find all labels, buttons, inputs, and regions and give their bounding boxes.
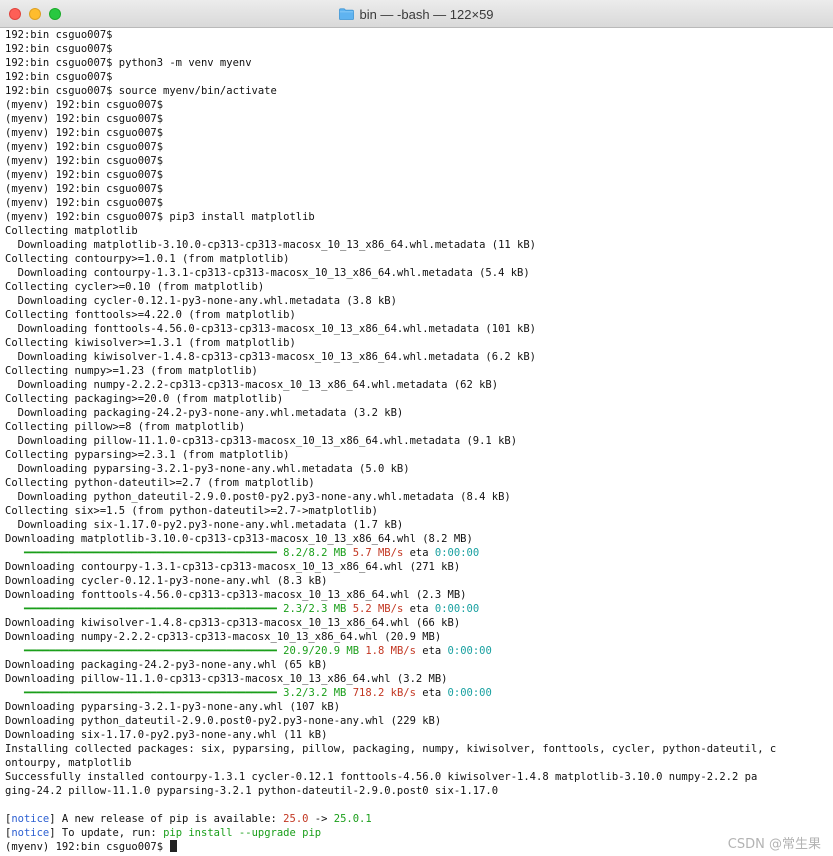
terminal-line: (myenv) 192:bin csguo007$ — [5, 169, 164, 181]
eta-label: eta — [409, 603, 429, 615]
terminal-line: ━━━━━━━━━━━━━━━━━━━━━━━━━━━━━━━━━━━━━━━━… — [5, 686, 833, 700]
notice-text: 25.0.1 — [333, 813, 372, 825]
terminal-line: Collecting contourpy>=1.0.1 (from matplo… — [5, 253, 290, 265]
terminal-line: Downloading numpy-2.2.2-cp313-cp313-maco… — [5, 379, 499, 391]
notice-tag: notice — [11, 813, 50, 825]
terminal-line: Downloading cycler-0.12.1-py3-none-any.w… — [5, 295, 397, 307]
terminal-line: Downloading pyparsing-3.2.1-py3-none-any… — [5, 701, 341, 713]
terminal-line: Downloading fonttools-4.56.0-cp313-cp313… — [5, 589, 467, 601]
download-speed: 1.8 MB/s — [365, 645, 416, 657]
terminal-line: Downloading matplotlib-3.10.0-cp313-cp31… — [5, 239, 537, 251]
window-title: bin — -bash — 122×59 — [359, 6, 494, 22]
terminal-line: Downloading pillow-11.1.0-cp313-cp313-ma… — [5, 435, 518, 447]
notice-text: To update, run: — [55, 827, 164, 839]
terminal-line: ━━━━━━━━━━━━━━━━━━━━━━━━━━━━━━━━━━━━━━━━… — [5, 644, 833, 658]
terminal-line: 192:bin csguo007$ python3 -m venv myenv — [5, 57, 252, 69]
terminal-line: Collecting pillow>=8 (from matplotlib) — [5, 421, 246, 433]
eta-value: 0:00:00 — [434, 547, 480, 559]
folder-icon — [339, 8, 355, 20]
eta-label: eta — [409, 547, 429, 559]
terminal-line: Downloading contourpy-1.3.1-cp313-cp313-… — [5, 267, 530, 279]
terminal-line: Downloading pillow-11.1.0-cp313-cp313-ma… — [5, 673, 448, 685]
download-speed: 718.2 kB/s — [352, 687, 416, 699]
download-speed: 5.7 MB/s — [352, 547, 404, 559]
notice-tag: notice — [11, 827, 50, 839]
terminal-line: Downloading six-1.17.0-py2.py3-none-any.… — [5, 729, 328, 741]
terminal-line: Collecting numpy>=1.23 (from matplotlib) — [5, 365, 258, 377]
terminal-line: Downloading six-1.17.0-py2.py3-none-any.… — [5, 519, 404, 531]
terminal-output[interactable]: 192:bin csguo007$ 192:bin csguo007$ 192:bi… — [5, 28, 833, 856]
download-speed: 5.2 MB/s — [352, 603, 404, 615]
terminal-line: Downloading packaging-24.2-py3-none-any.… — [5, 407, 404, 419]
eta-value: 0:00:00 — [434, 603, 480, 615]
eta-value: 0:00:00 — [447, 687, 492, 699]
terminal-line: 192:bin csguo007$ source myenv/bin/activ… — [5, 85, 277, 97]
terminal-line: Downloading matplotlib-3.10.0-cp313-cp31… — [5, 533, 473, 545]
terminal-line: Downloading pyparsing-3.2.1-py3-none-any… — [5, 463, 410, 475]
shell-prompt: (myenv) 192:bin csguo007$ — [5, 841, 170, 853]
progress-bar: ━━━━━━━━━━━━━━━━━━━━━━━━━━━━━━━━━━━━━━━━ — [5, 645, 277, 657]
terminal-line: (myenv) 192:bin csguo007$ — [5, 197, 164, 209]
eta-value: 0:00:00 — [447, 645, 492, 657]
terminal-line: Downloading contourpy-1.3.1-cp313-cp313-… — [5, 561, 461, 573]
terminal-line: Collecting packaging>=20.0 (from matplot… — [5, 393, 284, 405]
window-title-area: bin — -bash — 122×59 — [0, 0, 833, 28]
terminal-line: Collecting matplotlib — [5, 225, 138, 237]
progress-bar: ━━━━━━━━━━━━━━━━━━━━━━━━━━━━━━━━━━━━━━━━ — [5, 603, 277, 615]
terminal-line: ━━━━━━━━━━━━━━━━━━━━━━━━━━━━━━━━━━━━━━━━… — [5, 602, 833, 616]
terminal-line: Successfully installed contourpy-1.3.1 c… — [5, 771, 758, 783]
terminal-line: (myenv) 192:bin csguo007$ — [5, 141, 164, 153]
terminal-line: ontourpy, matplotlib — [5, 757, 132, 769]
title-bar: bin — -bash — 122×59 — [0, 0, 833, 28]
notice-text: -> — [308, 813, 334, 825]
terminal-line: Downloading cycler-0.12.1-py3-none-any.w… — [5, 575, 328, 587]
progress-bar: ━━━━━━━━━━━━━━━━━━━━━━━━━━━━━━━━━━━━━━━━ — [5, 547, 277, 559]
terminal-line: Collecting fonttools>=4.22.0 (from matpl… — [5, 309, 296, 321]
terminal-line: 192:bin csguo007$ — [5, 29, 113, 41]
terminal-line: Collecting python-dateutil>=2.7 (from ma… — [5, 477, 315, 489]
terminal-line: (myenv) 192:bin csguo007$ — [5, 840, 833, 854]
progress-bar: ━━━━━━━━━━━━━━━━━━━━━━━━━━━━━━━━━━━━━━━━ — [5, 687, 277, 699]
terminal-line: Downloading fonttools-4.56.0-cp313-cp313… — [5, 323, 537, 335]
terminal-line: (myenv) 192:bin csguo007$ — [5, 99, 164, 111]
terminal-line: ━━━━━━━━━━━━━━━━━━━━━━━━━━━━━━━━━━━━━━━━… — [5, 546, 833, 560]
terminal-line: Collecting six>=1.5 (from python-dateuti… — [5, 505, 378, 517]
terminal-line: (myenv) 192:bin csguo007$ — [5, 183, 164, 195]
terminal-line: Downloading kiwisolver-1.4.8-cp313-cp313… — [5, 351, 537, 363]
terminal-line: Collecting kiwisolver>=1.3.1 (from matpl… — [5, 337, 296, 349]
watermark: CSDN @常生果 — [727, 837, 821, 852]
terminal-line: ging-24.2 pillow-11.1.0 pyparsing-3.2.1 … — [5, 785, 499, 797]
terminal-line: Downloading packaging-24.2-py3-none-any.… — [5, 659, 328, 671]
terminal-line: (myenv) 192:bin csguo007$ — [5, 155, 164, 167]
terminal-line: Downloading python_dateutil-2.9.0.post0-… — [5, 715, 442, 727]
notice-text: pip install --upgrade pip — [163, 827, 322, 839]
terminal-line: Collecting pyparsing>=2.3.1 (from matplo… — [5, 449, 290, 461]
terminal-line: Downloading python_dateutil-2.9.0.post0-… — [5, 491, 511, 503]
notice-text: A new release of pip is available: — [55, 813, 284, 825]
download-size: 3.2/3.2 MB — [283, 687, 347, 699]
terminal-line: [notice] A new release of pip is availab… — [5, 812, 833, 826]
terminal-line: Installing collected packages: six, pypa… — [5, 743, 777, 755]
eta-label: eta — [422, 645, 442, 657]
download-size: 2.3/2.3 MB — [283, 603, 347, 615]
terminal-line: (myenv) 192:bin csguo007$ — [5, 127, 164, 139]
download-size: 8.2/8.2 MB — [283, 547, 347, 559]
text-cursor — [170, 840, 178, 852]
terminal-line: Collecting cycler>=0.10 (from matplotlib… — [5, 281, 265, 293]
terminal-line: 192:bin csguo007$ — [5, 43, 113, 55]
terminal-line: (myenv) 192:bin csguo007$ pip3 install m… — [5, 211, 315, 223]
download-size: 20.9/20.9 MB — [283, 645, 360, 657]
notice-text: 25.0 — [283, 813, 309, 825]
terminal-line: [notice] To update, run: pip install --u… — [5, 826, 833, 840]
terminal-line: 192:bin csguo007$ — [5, 71, 113, 83]
terminal-line: Downloading numpy-2.2.2-cp313-cp313-maco… — [5, 631, 442, 643]
terminal-line: (myenv) 192:bin csguo007$ — [5, 113, 164, 125]
eta-label: eta — [422, 687, 442, 699]
terminal-line: Downloading kiwisolver-1.4.8-cp313-cp313… — [5, 617, 461, 629]
